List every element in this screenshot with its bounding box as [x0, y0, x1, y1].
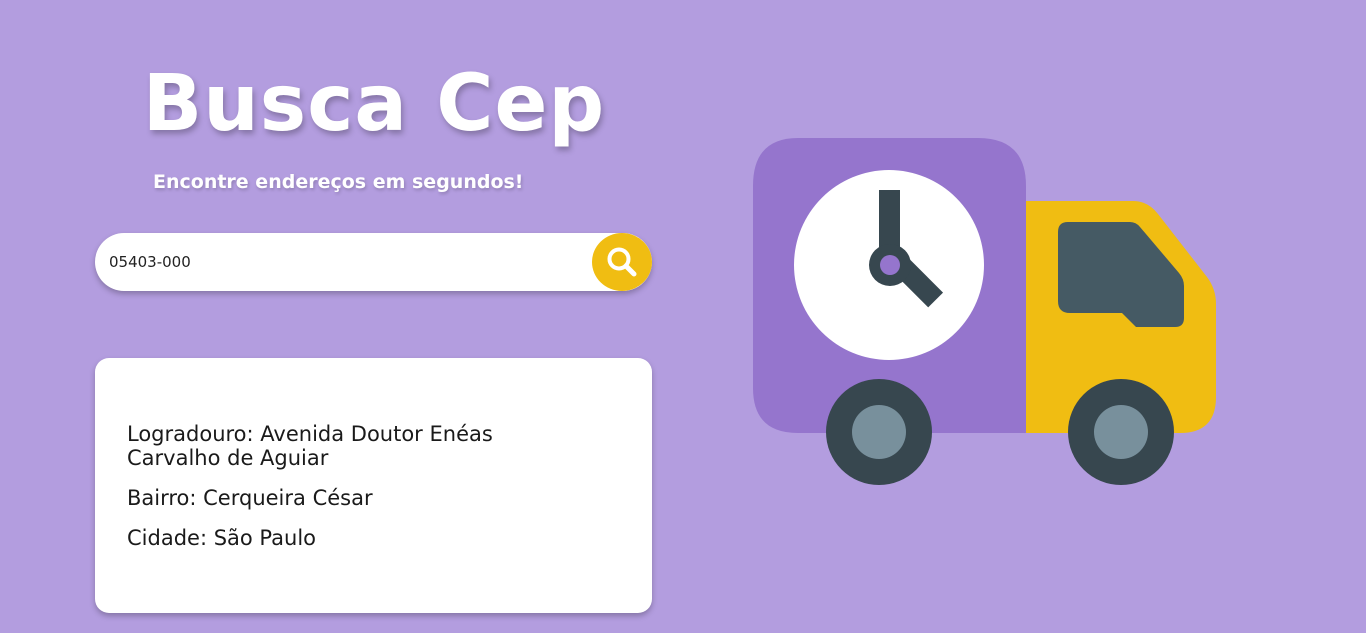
result-logradouro: Logradouro: Avenida Doutor Enéas Carvalh…: [127, 422, 493, 470]
cep-input[interactable]: [109, 233, 579, 291]
search-bar: [95, 233, 652, 291]
result-bairro: Bairro: Cerqueira César: [127, 486, 373, 510]
result-card: Logradouro: Avenida Doutor Enéas Carvalh…: [95, 358, 652, 613]
result-cidade: Cidade: São Paulo: [127, 526, 316, 550]
delivery-truck-clock-icon: [753, 138, 1216, 485]
page-subtitle: Encontre endereços em segundos!: [153, 171, 524, 193]
search-button[interactable]: [592, 233, 652, 291]
search-icon: [607, 247, 637, 277]
page-title: Busca Cep: [142, 59, 606, 149]
